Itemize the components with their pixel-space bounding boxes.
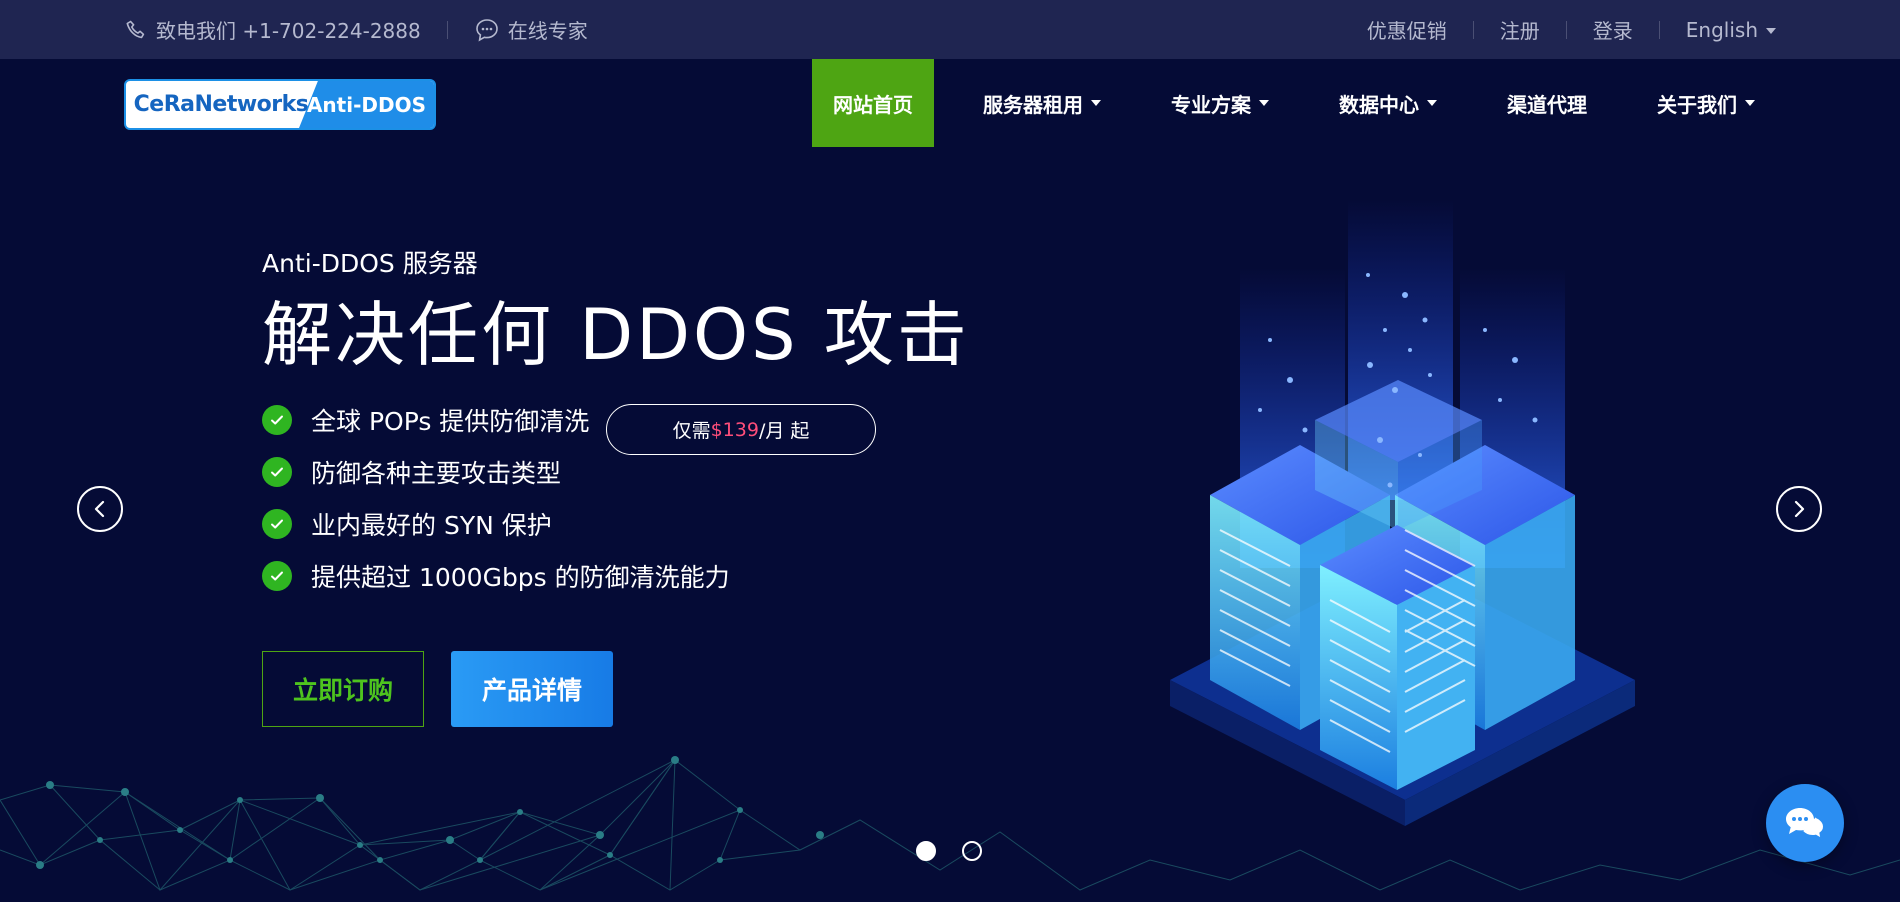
nav-server-rental-label: 服务器租用	[983, 92, 1083, 117]
topbar: 致电我们 +1-702-224-2888 在线专家 优惠促销 注册 登录 Eng…	[0, 0, 1900, 59]
online-expert-link[interactable]: 在线专家	[474, 15, 588, 44]
check-icon	[262, 509, 292, 539]
nav-server-rental[interactable]: 服务器租用	[962, 59, 1122, 147]
feature-text: 全球 POPs 提供防御清洗	[311, 407, 590, 436]
carousel-next-button[interactable]	[1776, 486, 1822, 532]
language-label: English	[1685, 17, 1758, 42]
chevron-down-icon	[1427, 100, 1437, 106]
nav-solutions-label: 专业方案	[1171, 92, 1251, 117]
main-nav: 网站首页 服务器租用 专业方案 数据中心 渠道代理 关于我们	[812, 59, 1776, 147]
price-badge: 仅需 $139 /月 起	[606, 404, 876, 455]
carousel-dot-2[interactable]	[962, 841, 982, 861]
hero-title: 解决任何 DDOS 攻击	[262, 294, 970, 376]
chevron-down-icon	[1091, 100, 1101, 106]
logo[interactable]: CeRaNetworks Anti-DDOS	[124, 79, 436, 130]
carousel-indicators	[916, 841, 982, 861]
nav-solutions[interactable]: 专业方案	[1150, 59, 1290, 147]
price-value: $139	[710, 418, 759, 441]
server-cluster-illustration	[1170, 200, 1635, 826]
check-icon	[262, 561, 292, 591]
list-item: 提供超过 1000Gbps 的防御清洗能力	[262, 550, 730, 602]
nav-agent[interactable]: 渠道代理	[1486, 59, 1608, 147]
language-selector[interactable]: English	[1686, 18, 1776, 42]
list-item: 业内最好的 SYN 保护	[262, 498, 730, 550]
nav-home[interactable]: 网站首页	[812, 59, 934, 147]
order-now-button[interactable]: 立即订购	[262, 651, 424, 727]
chat-icon	[1786, 808, 1826, 841]
expert-text: 在线专家	[507, 19, 588, 43]
chevron-down-icon	[1259, 100, 1269, 106]
nav-about[interactable]: 关于我们	[1636, 59, 1776, 147]
price-suffix: /月 起	[758, 420, 810, 442]
hero-subtitle: Anti-DDOS 服务器	[262, 249, 478, 278]
phone-icon	[126, 20, 145, 38]
divider	[1658, 20, 1660, 39]
price-prefix: 仅需	[672, 420, 711, 442]
carousel-prev-button[interactable]	[77, 486, 123, 532]
check-icon	[262, 405, 292, 435]
nav-about-label: 关于我们	[1657, 92, 1737, 117]
feature-text: 提供超过 1000Gbps 的防御清洗能力	[311, 563, 730, 592]
logo-tag: Anti-DDOS	[299, 81, 434, 128]
check-icon	[262, 457, 292, 487]
register-link[interactable]: 注册	[1500, 15, 1540, 44]
nav-datacenter-label: 数据中心	[1339, 92, 1419, 117]
promotions-link[interactable]: 优惠促销	[1367, 15, 1447, 44]
product-details-button[interactable]: 产品详情	[451, 651, 613, 727]
chevron-left-icon	[94, 500, 105, 518]
nav-home-label: 网站首页	[833, 92, 913, 117]
divider	[446, 20, 448, 39]
nav-datacenter[interactable]: 数据中心	[1318, 59, 1458, 147]
feature-text: 防御各种主要攻击类型	[311, 459, 562, 488]
logo-brand: CeRaNetworks	[133, 92, 309, 117]
phone-contact[interactable]: 致电我们 +1-702-224-2888	[124, 15, 421, 44]
login-link[interactable]: 登录	[1593, 15, 1633, 44]
divider	[1472, 20, 1474, 39]
phone-text: 致电我们 +1-702-224-2888	[156, 19, 421, 43]
carousel-dot-1[interactable]	[916, 841, 936, 861]
divider	[1565, 20, 1567, 39]
nav-agent-label: 渠道代理	[1507, 92, 1587, 117]
chevron-down-icon	[1766, 28, 1776, 34]
chevron-right-icon	[1794, 500, 1805, 518]
live-chat-button[interactable]	[1766, 784, 1844, 862]
chat-bubble-icon	[475, 18, 498, 42]
feature-text: 业内最好的 SYN 保护	[311, 511, 552, 540]
chevron-down-icon	[1745, 100, 1755, 106]
